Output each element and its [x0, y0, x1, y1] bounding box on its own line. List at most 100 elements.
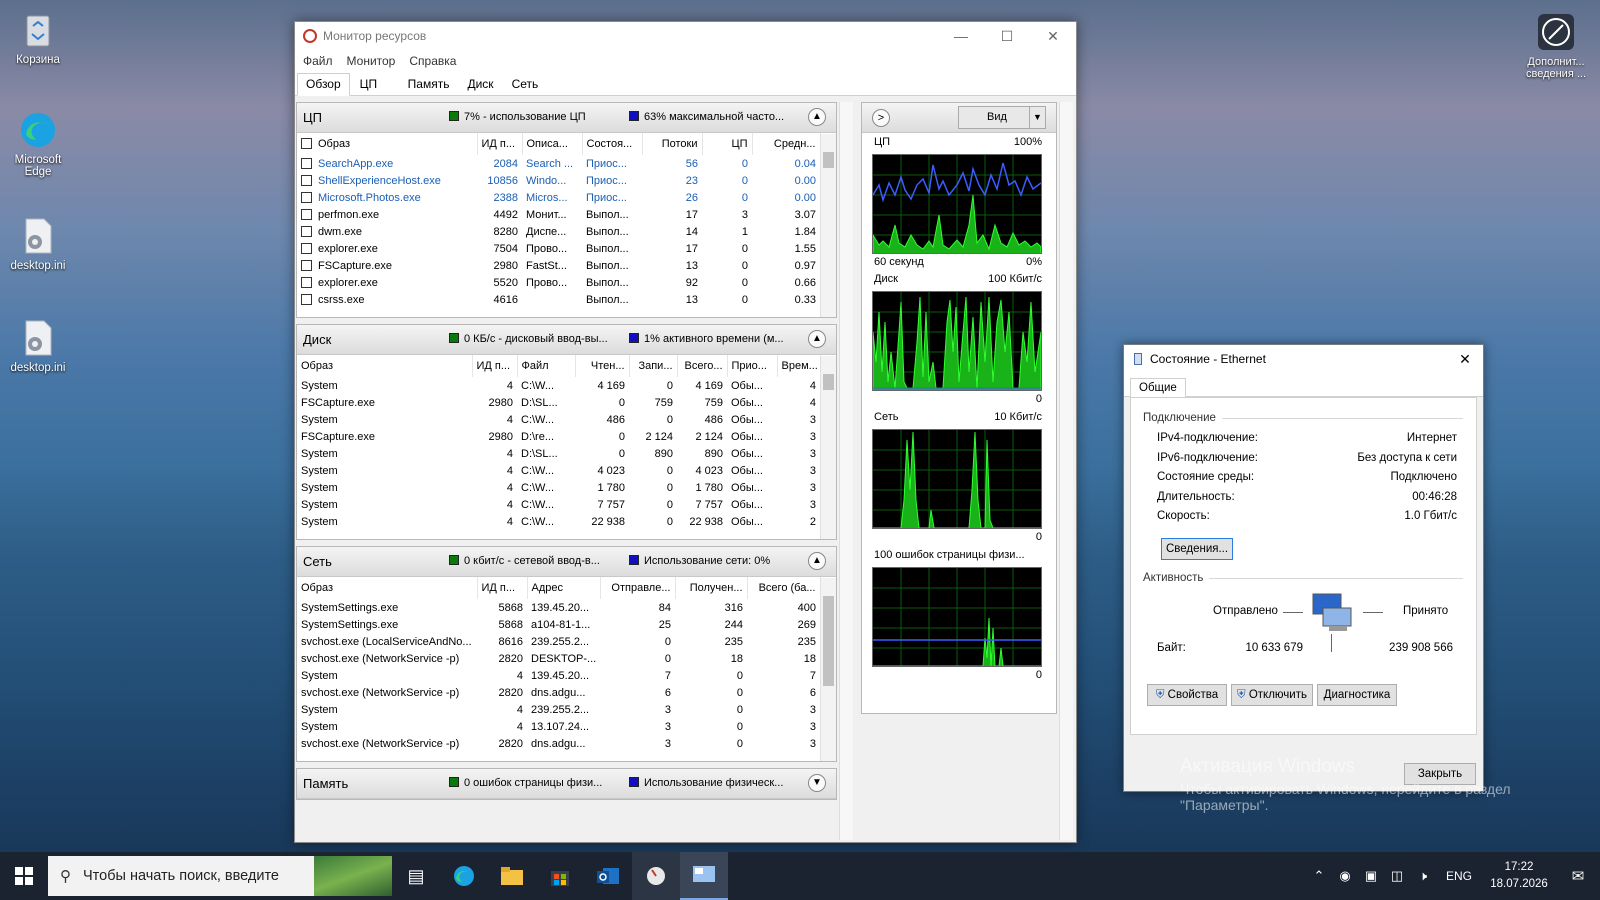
- row-checkbox[interactable]: [301, 191, 312, 203]
- menu-help[interactable]: Справка: [409, 54, 456, 68]
- table-row[interactable]: System 4 C:\W... 486 0 486 Обы... 3: [297, 411, 820, 428]
- table-row[interactable]: SystemSettings.exe 5868 139.45.20... 84 316 4…: [297, 599, 820, 616]
- properties-button[interactable]: ⛨ Свойства: [1147, 684, 1227, 706]
- tab-disk[interactable]: Диск: [459, 74, 501, 95]
- column-header[interactable]: Потоки: [642, 133, 703, 155]
- scrollbar[interactable]: [820, 578, 836, 761]
- task-view-icon[interactable]: ▤: [392, 852, 440, 900]
- table-row[interactable]: explorer.exe 7504 Прово... Выпол... 17 0 1.55: [297, 240, 820, 257]
- menu-monitor[interactable]: Монитор: [347, 54, 396, 68]
- tab-memory[interactable]: Память: [400, 74, 458, 95]
- active-app-taskbar-icon[interactable]: [680, 852, 728, 900]
- table-row[interactable]: FSCapture.exe 2980 D:\SL... 0 759 759 Обы... 4: [297, 394, 820, 411]
- network-icon[interactable]: ◫: [1384, 852, 1410, 900]
- column-header[interactable]: Прио...: [727, 355, 778, 377]
- cpu-section-header[interactable]: ЦП 7% - использование ЦП 63% максимально…: [297, 103, 836, 133]
- column-header[interactable]: ЦП: [702, 133, 753, 155]
- row-checkbox[interactable]: [301, 242, 312, 254]
- outlook-icon[interactable]: [584, 852, 632, 900]
- maximize-button[interactable]: ☐: [984, 22, 1030, 50]
- tab-cpu[interactable]: ЦП: [352, 74, 398, 95]
- scrollbar[interactable]: [820, 134, 836, 317]
- tab-general[interactable]: Общие: [1130, 378, 1186, 397]
- column-header[interactable]: Образ: [297, 355, 473, 377]
- table-row[interactable]: SystemSettings.exe 5868 a104-81-1... 25 244 2…: [297, 616, 820, 633]
- minimize-button[interactable]: —: [938, 22, 984, 50]
- resource-monitor-taskbar-icon[interactable]: [632, 852, 680, 900]
- file-explorer-icon[interactable]: [488, 852, 536, 900]
- details-button[interactable]: Сведения...: [1161, 538, 1233, 560]
- table-row[interactable]: FSCapture.exe 2980 FastSt... Выпол... 13 0 0.9…: [297, 257, 820, 274]
- tray-camera-icon[interactable]: ◉: [1332, 852, 1358, 900]
- table-row[interactable]: explorer.exe 5520 Прово... Выпол... 92 0 0.66: [297, 274, 820, 291]
- start-button[interactable]: [0, 852, 48, 900]
- table-row[interactable]: dwm.exe 8280 Диспе... Выпол... 14 1 1.84: [297, 223, 820, 240]
- column-header[interactable]: Отправле...: [600, 577, 676, 599]
- network-section-header[interactable]: Сеть 0 кбит/с - сетевой ввод-в... Исполь…: [297, 547, 836, 577]
- language-indicator[interactable]: ENG: [1446, 869, 1472, 883]
- table-row[interactable]: System 4 C:\W... 4 023 0 4 023 Обы... 3: [297, 462, 820, 479]
- row-checkbox[interactable]: [301, 259, 312, 271]
- table-row[interactable]: svchost.exe (LocalServiceAndNo... 8616 239…: [297, 633, 820, 650]
- column-header[interactable]: Запи...: [629, 355, 678, 377]
- column-header[interactable]: Образ: [297, 577, 478, 599]
- column-header[interactable]: Образ: [297, 133, 478, 155]
- store-icon[interactable]: [536, 852, 584, 900]
- desktop-icon-more-info[interactable]: Дополнит... сведения ...: [1518, 12, 1594, 80]
- expand-icon[interactable]: ▼: [808, 774, 826, 792]
- column-header[interactable]: ИД п...: [477, 133, 523, 155]
- desktop-icon-desktop-ini[interactable]: desktop.ini: [0, 318, 76, 374]
- column-header[interactable]: Адрес: [527, 577, 601, 599]
- select-all-checkbox[interactable]: [301, 138, 312, 149]
- edge-icon[interactable]: [440, 852, 488, 900]
- row-checkbox[interactable]: [301, 276, 312, 288]
- collapse-icon[interactable]: ▲: [808, 108, 826, 126]
- diagnose-button[interactable]: Диагностика: [1317, 684, 1397, 706]
- menu-file[interactable]: Файл: [303, 54, 333, 68]
- table-row[interactable]: perfmon.exe 4492 Монит... Выпол... 17 3 3.07: [297, 206, 820, 223]
- table-row[interactable]: FSCapture.exe 2980 D:\re... 0 2 124 2 124 Обы.…: [297, 428, 820, 445]
- column-header[interactable]: ИД п...: [477, 577, 528, 599]
- column-header[interactable]: Врем...: [777, 355, 821, 377]
- tray-overflow-chevron-icon[interactable]: ⌃: [1306, 852, 1332, 900]
- column-header[interactable]: Описа...: [522, 133, 583, 155]
- table-row[interactable]: System 4 D:\SL... 0 890 890 Обы... 3: [297, 445, 820, 462]
- column-header[interactable]: ИД п...: [472, 355, 518, 377]
- volume-icon[interactable]: 🕨: [1410, 852, 1436, 900]
- collapse-icon[interactable]: ▲: [808, 552, 826, 570]
- tab-network[interactable]: Сеть: [504, 74, 547, 95]
- row-checkbox[interactable]: [301, 225, 312, 237]
- table-row[interactable]: svchost.exe (NetworkService -p) 2820 dns.a…: [297, 684, 820, 701]
- tab-overview[interactable]: Обзор: [297, 73, 350, 96]
- table-row[interactable]: svchost.exe (NetworkService -p) 2820 dns.a…: [297, 735, 820, 752]
- table-row[interactable]: System 4 C:\W... 7 757 0 7 757 Обы... 3: [297, 496, 820, 513]
- table-row[interactable]: System 4 C:\W... 1 780 0 1 780 Обы... 3: [297, 479, 820, 496]
- column-header[interactable]: Получен...: [675, 577, 748, 599]
- table-row[interactable]: ShellExperienceHost.exe 10856 Windo... Прио…: [297, 172, 820, 189]
- close-button[interactable]: ✕: [1030, 22, 1076, 50]
- battery-icon[interactable]: ▣: [1358, 852, 1384, 900]
- disable-button[interactable]: ⛨ Отключить: [1231, 684, 1313, 706]
- scrollbar[interactable]: [820, 356, 836, 539]
- notifications-icon[interactable]: ✉: [1556, 852, 1600, 900]
- desktop-icon-edge[interactable]: Microsoft Edge: [0, 110, 76, 178]
- taskbar-search-box[interactable]: ⚲ Чтобы начать поиск, введите: [48, 856, 392, 896]
- row-checkbox[interactable]: [301, 293, 312, 305]
- row-checkbox[interactable]: [301, 174, 312, 186]
- column-header[interactable]: Всего...: [677, 355, 728, 377]
- row-checkbox[interactable]: [301, 157, 312, 169]
- disk-section-header[interactable]: Диск 0 КБ/с - дисковый ввод-вы... 1% акт…: [297, 325, 836, 355]
- memory-section-header[interactable]: Память 0 ошибок страницы физи... Использ…: [297, 769, 836, 799]
- table-row[interactable]: System 4 13.107.24... 3 0 3: [297, 718, 820, 735]
- close-icon[interactable]: ✕: [1447, 351, 1483, 368]
- table-row[interactable]: System 4 C:\W... 4 169 0 4 169 Обы... 4: [297, 377, 820, 394]
- main-pane-scrollbar[interactable]: [839, 102, 853, 840]
- column-header[interactable]: Средн...: [752, 133, 821, 155]
- column-header[interactable]: Всего (ба...: [747, 577, 821, 599]
- table-row[interactable]: System 4 239.255.2... 3 0 3: [297, 701, 820, 718]
- view-dropdown[interactable]: Вид ▼: [958, 106, 1046, 129]
- table-row[interactable]: csrss.exe 4616 Выпол... 13 0 0.33: [297, 291, 820, 308]
- table-row[interactable]: System 4 C:\W... 22 938 0 22 938 Обы... 2: [297, 513, 820, 530]
- column-header[interactable]: Состоя...: [582, 133, 643, 155]
- expand-pane-icon[interactable]: >: [872, 109, 890, 127]
